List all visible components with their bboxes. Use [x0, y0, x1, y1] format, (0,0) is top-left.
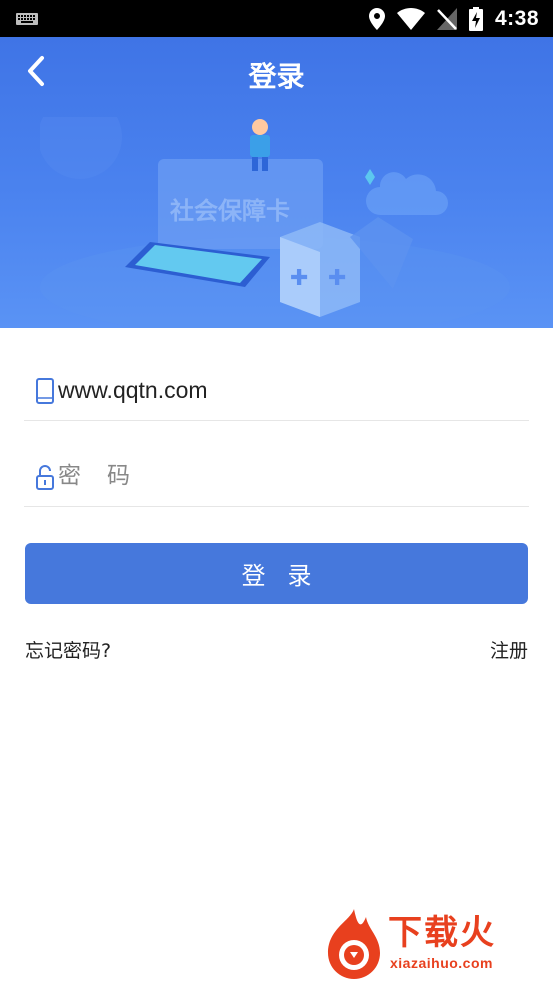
location-icon	[368, 7, 385, 30]
forgot-password-link[interactable]: 忘记密码?	[25, 636, 111, 663]
wifi-icon	[396, 7, 425, 30]
phone-icon	[36, 378, 54, 404]
password-input[interactable]	[58, 456, 508, 496]
svg-text:✚: ✚	[290, 266, 308, 291]
no-signal-icon	[436, 7, 457, 30]
svg-text:✚: ✚	[328, 266, 346, 291]
status-bar: 4:38	[0, 0, 553, 37]
page-title: 登录	[248, 60, 305, 93]
login-button[interactable]: 登录	[25, 543, 528, 604]
battery-charging-icon	[468, 6, 483, 31]
keyboard-icon	[16, 13, 38, 25]
status-time: 4:38	[494, 6, 539, 30]
flame-logo-icon	[328, 909, 380, 979]
register-link[interactable]: 注册	[490, 636, 528, 663]
social-security-illustration: 社会保障卡 ✚ ✚	[40, 117, 510, 328]
lock-icon	[36, 465, 54, 490]
watermark-url: xiazaihuo.com	[390, 955, 493, 971]
header-banner: 社会保障卡 ✚ ✚ 登录	[0, 37, 553, 328]
card-text: 社会保障卡	[170, 197, 290, 225]
password-field	[24, 446, 529, 507]
phone-field	[24, 360, 529, 421]
watermark-logo: 下载火 xiazaihuo.com	[320, 905, 550, 983]
watermark-brand: 下载火	[388, 913, 496, 953]
phone-input[interactable]	[58, 370, 508, 410]
